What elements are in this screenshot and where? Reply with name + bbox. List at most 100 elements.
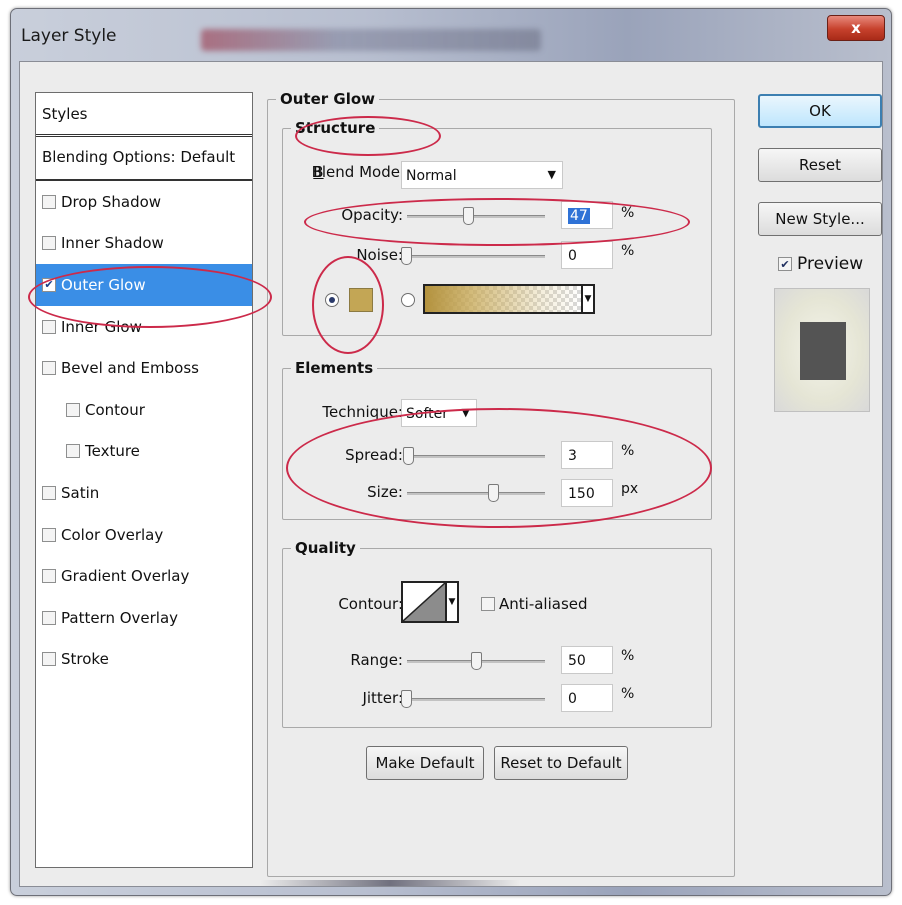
- noise-slider-thumb[interactable]: [401, 247, 412, 265]
- preview-toggle[interactable]: ✔ Preview: [778, 254, 863, 274]
- reset-to-default-button[interactable]: Reset to Default: [494, 746, 628, 780]
- size-unit: px: [621, 481, 639, 497]
- contour-preview[interactable]: [401, 581, 447, 623]
- style-checkbox[interactable]: [66, 402, 80, 417]
- chevron-down-icon: ▼: [547, 168, 556, 181]
- style-item-contour[interactable]: Contour: [36, 389, 252, 431]
- style-item-label: Drop Shadow: [61, 192, 162, 211]
- style-item-label: Pattern Overlay: [61, 608, 179, 627]
- noise-unit: %: [621, 243, 635, 259]
- style-item-gradient-overlay[interactable]: Gradient Overlay: [36, 555, 252, 597]
- spread-label: Spread:: [345, 446, 403, 464]
- reset-button[interactable]: Reset: [758, 148, 882, 182]
- outer-glow-title: Outer Glow: [276, 90, 380, 108]
- style-checkbox[interactable]: [42, 194, 56, 209]
- structure-group: Structure BBlend Mode: Normal ▼ Opacity:…: [282, 119, 712, 336]
- style-items: Drop Shadow Inner Shadow ✔ Outer Glow Inner …: [36, 181, 252, 680]
- gradient-dropdown-icon[interactable]: ▼: [581, 284, 595, 314]
- preview-checkbox[interactable]: ✔: [778, 257, 792, 271]
- style-item-inner-shadow[interactable]: Inner Shadow: [36, 223, 252, 265]
- spread-unit: %: [621, 443, 635, 459]
- blend-mode-label-text: Blend Mode:: [311, 163, 405, 181]
- range-slider-thumb[interactable]: [471, 652, 482, 670]
- outer-glow-group: Outer Glow Structure BBlend Mode: Normal…: [267, 90, 735, 877]
- spread-input[interactable]: 3: [561, 441, 613, 469]
- style-checkbox[interactable]: [42, 361, 56, 376]
- blend-mode-value: Normal: [406, 168, 457, 184]
- jitter-label: Jitter:: [362, 689, 403, 707]
- gradient-radio[interactable]: [401, 293, 415, 307]
- opacity-label: Opacity:: [341, 206, 403, 224]
- size-slider-track[interactable]: [407, 492, 545, 495]
- solid-color-radio[interactable]: [325, 293, 339, 307]
- preview-label: Preview: [797, 254, 864, 274]
- style-item-label: Contour: [85, 400, 145, 419]
- style-item-satin[interactable]: Satin: [36, 472, 252, 514]
- blend-mode-label: BBlend Mode:: [311, 163, 405, 181]
- style-item-label: Color Overlay: [61, 525, 164, 544]
- styles-header[interactable]: Styles: [36, 93, 252, 137]
- size-slider-thumb[interactable]: [488, 484, 499, 502]
- size-input[interactable]: 150: [561, 479, 613, 507]
- contour-dropdown-icon[interactable]: ▼: [445, 581, 459, 623]
- style-item-inner-glow[interactable]: Inner Glow: [36, 306, 252, 348]
- dialog-client: Styles Blending Options: Default Drop Sh…: [19, 61, 883, 887]
- jitter-unit: %: [621, 686, 635, 702]
- spread-slider-track[interactable]: [407, 455, 545, 458]
- style-item-color-overlay[interactable]: Color Overlay: [36, 514, 252, 556]
- style-item-stroke[interactable]: Stroke: [36, 639, 252, 681]
- opacity-slider-thumb[interactable]: [463, 207, 474, 225]
- style-item-drop-shadow[interactable]: Drop Shadow: [36, 181, 252, 223]
- elements-title: Elements: [291, 359, 378, 377]
- style-checkbox[interactable]: [42, 236, 56, 251]
- style-item-label: Inner Shadow: [61, 234, 164, 253]
- style-checkbox[interactable]: [42, 319, 56, 334]
- style-item-label: Stroke: [61, 650, 109, 669]
- style-checkbox[interactable]: ✔: [42, 277, 56, 292]
- range-input[interactable]: 50: [561, 646, 613, 674]
- opacity-unit: %: [621, 205, 635, 221]
- close-button[interactable]: x: [827, 15, 885, 41]
- jitter-input[interactable]: 0: [561, 684, 613, 712]
- style-item-label: Outer Glow: [61, 275, 146, 294]
- style-item-bevel-and-emboss[interactable]: Bevel and Emboss: [36, 347, 252, 389]
- blend-mode-select[interactable]: Normal ▼: [401, 161, 563, 189]
- glow-gradient-preview[interactable]: [423, 284, 583, 314]
- range-unit: %: [621, 648, 635, 664]
- style-item-outer-glow[interactable]: ✔ Outer Glow: [36, 264, 252, 306]
- make-default-button[interactable]: Make Default: [366, 746, 484, 780]
- style-item-texture[interactable]: Texture: [36, 431, 252, 473]
- quality-group: Quality Contour: ▼ Anti-aliased Range: 5…: [282, 539, 712, 728]
- style-checkbox[interactable]: [42, 610, 56, 625]
- style-checkbox[interactable]: [42, 652, 56, 667]
- quality-title: Quality: [291, 539, 360, 557]
- jitter-slider-track[interactable]: [407, 698, 545, 701]
- style-checkbox[interactable]: [42, 485, 56, 500]
- noise-input[interactable]: 0: [561, 241, 613, 269]
- spread-slider-thumb[interactable]: [403, 447, 414, 465]
- glow-color-swatch[interactable]: [349, 288, 373, 312]
- range-label: Range:: [350, 651, 403, 669]
- preview-thumbnail: [774, 288, 870, 412]
- noise-slider-track[interactable]: [407, 255, 545, 258]
- window-title: Layer Style: [21, 26, 117, 46]
- style-item-label: Gradient Overlay: [61, 567, 190, 586]
- opacity-input[interactable]: 47: [561, 201, 613, 229]
- blending-options-item[interactable]: Blending Options: Default: [36, 137, 252, 181]
- style-checkbox[interactable]: [42, 527, 56, 542]
- title-bar[interactable]: Layer Style x: [11, 9, 891, 61]
- technique-label: Technique:: [322, 403, 403, 421]
- style-checkbox[interactable]: [66, 444, 80, 459]
- style-item-pattern-overlay[interactable]: Pattern Overlay: [36, 597, 252, 639]
- ok-button[interactable]: OK: [758, 94, 882, 128]
- technique-select[interactable]: Softer ▼: [401, 399, 477, 427]
- style-item-label: Texture: [85, 442, 140, 461]
- new-style-button[interactable]: New Style...: [758, 202, 882, 236]
- opacity-value: 47: [568, 208, 590, 224]
- style-checkbox[interactable]: [42, 569, 56, 584]
- jitter-slider-thumb[interactable]: [401, 690, 412, 708]
- opacity-slider-track[interactable]: [407, 215, 545, 218]
- anti-aliased-checkbox[interactable]: [481, 597, 495, 611]
- technique-value: Softer: [406, 406, 448, 422]
- anti-aliased-label: Anti-aliased: [499, 595, 588, 613]
